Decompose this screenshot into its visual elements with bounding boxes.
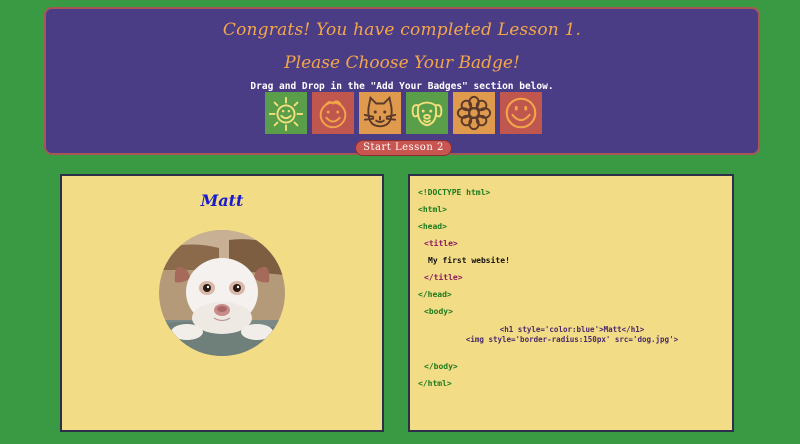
flower-icon (456, 95, 492, 131)
code-line-doctype: <!DOCTYPE html> (418, 188, 491, 197)
code-line-body-close: </body> (424, 362, 458, 371)
code-line-img: <img style='border-radius:150px' src='do… (465, 335, 679, 344)
dog-icon (411, 101, 443, 127)
code-line-title-text: My first website! (428, 256, 510, 265)
badge-smiley-face[interactable] (312, 92, 354, 134)
code-line-head-close: </head> (418, 290, 452, 299)
congrats-heading: Congrats! You have completed Lesson 1. (222, 20, 582, 40)
badge-cat[interactable] (359, 92, 401, 134)
preview-name-heading: Matt (200, 191, 244, 210)
smiley-face-icon (319, 100, 347, 129)
sun-icon (268, 96, 304, 132)
badge-dog[interactable] (406, 92, 448, 134)
cat-icon (363, 95, 397, 128)
website-preview-panel: Matt (60, 174, 384, 432)
choose-badge-heading: Please Choose Your Badge! (284, 53, 520, 73)
code-line-title-open: <title> (424, 239, 458, 248)
code-line-head-open: <head> (418, 222, 447, 231)
lesson-complete-banner: Congrats! You have completed Lesson 1. P… (44, 7, 760, 156)
code-line-h1: <h1 style='color:blue'>Matt</h1> (499, 325, 645, 334)
badge-picker (265, 92, 542, 135)
code-line-title-close: </title> (424, 273, 463, 282)
badge-smiley[interactable] (500, 92, 542, 134)
dog-photo (159, 230, 285, 356)
smiley-icon (505, 97, 537, 129)
badge-instructions: Drag and Drop in the "Add Your Badges" s… (250, 81, 554, 92)
badge-flower[interactable] (453, 92, 495, 134)
html-code-panel: <!DOCTYPE html> <html> <head> <title> My… (408, 174, 734, 432)
code-line-html-open: <html> (418, 205, 447, 214)
code-line-body-open: <body> (424, 307, 453, 316)
code-line-html-close: </html> (418, 379, 452, 388)
start-lesson-2-button[interactable]: Start Lesson 2 (355, 140, 452, 156)
badge-sun[interactable] (265, 92, 307, 134)
